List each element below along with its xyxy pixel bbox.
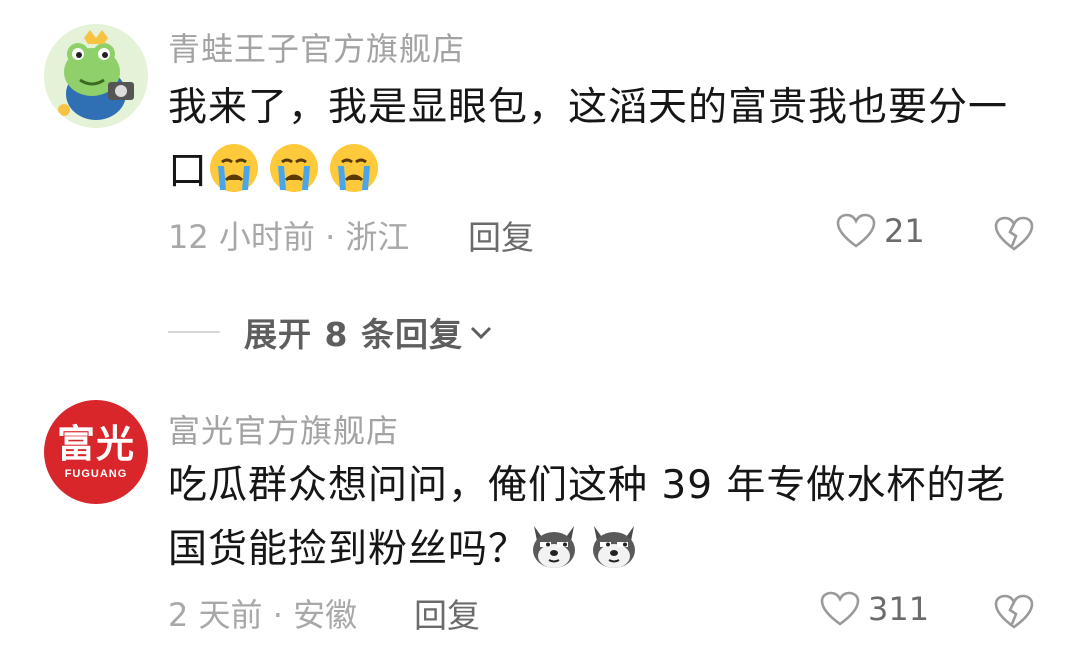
like-count: 21 [884,212,925,250]
broken-heart-icon [994,594,1034,629]
comment-location: 安徽 [293,596,358,634]
chevron-down-icon [470,326,492,340]
fuguang-logo: 富光 FUGUANG [44,400,148,504]
comment-meta: 12 小时前 · 浙江 [168,212,409,258]
comment-time: 2 天前 [168,596,263,634]
comment-item: 青蛙王子官方旗舰店 我来了，我是显眼包，这滔天的富贵我也要分一口 12 小时前 … [0,0,1080,290]
comment-time: 12 小时前 [168,218,315,256]
doge-emoji [528,520,580,572]
like-count: 311 [868,590,930,628]
like-button[interactable]: 311 [820,590,929,628]
comment-content: 我来了，我是显眼包，这滔天的富贵我也要分一口 [168,76,1028,204]
meta-separator: · [314,218,346,256]
divider-line [168,331,220,333]
comment-content: 吃瓜群众想问问，俺们这种 39 年专做水杯的老国货能捡到粉丝吗？ [168,454,1028,582]
like-button[interactable]: 21 [836,212,925,250]
doge-emoji [588,520,640,572]
comment-item: 富光 FUGUANG 富光官方旗舰店 吃瓜群众想问问，俺们这种 39 年专做水杯… [0,390,1080,662]
avatar-logo-subtext: FUGUANG [64,468,128,480]
avatar-logo-text: 富光 [56,422,135,466]
heart-icon [836,213,876,248]
meta-separator: · [262,596,294,634]
comment-username[interactable]: 青蛙王子官方旗舰店 [168,24,465,70]
dislike-button[interactable] [994,216,1034,254]
crying-face-emoji [208,142,260,194]
comment-meta: 2 天前 · 安徽 [168,590,357,636]
frog-prince-avatar-icon [44,24,148,128]
broken-heart-icon [994,216,1034,251]
reply-button[interactable]: 回复 [414,589,480,637]
avatar[interactable]: 富光 FUGUANG [44,400,148,504]
reply-button[interactable]: 回复 [468,211,534,259]
expand-replies-button[interactable]: 展开 8 条回复 [168,308,495,356]
avatar[interactable] [44,24,148,128]
comment-location: 浙江 [345,218,410,256]
heart-icon [820,591,860,626]
expand-replies-label: 展开 8 条回复 [244,315,463,354]
dislike-button[interactable] [994,594,1034,632]
crying-face-emoji [328,142,380,194]
comment-username[interactable]: 富光官方旗舰店 [168,406,399,452]
crying-face-emoji [268,142,320,194]
